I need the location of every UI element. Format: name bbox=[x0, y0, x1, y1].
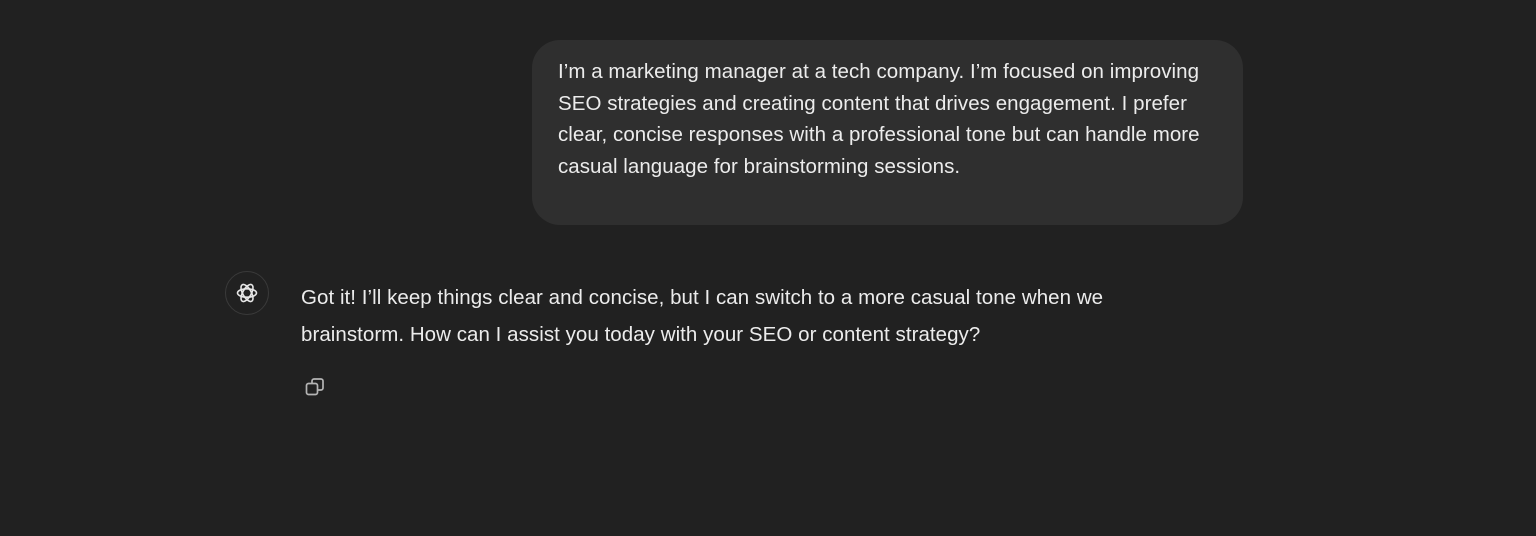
assistant-message-text: Got it! I’ll keep things clear and conci… bbox=[301, 286, 1104, 346]
copy-button[interactable] bbox=[300, 372, 330, 402]
user-message-bubble: I’m a marketing manager at a tech compan… bbox=[532, 40, 1243, 225]
user-message-text: I’m a marketing manager at a tech compan… bbox=[558, 60, 1200, 178]
copy-icon bbox=[305, 378, 324, 396]
chat-thread: I’m a marketing manager at a tech compan… bbox=[0, 0, 1536, 536]
openai-logo-icon bbox=[236, 283, 258, 303]
assistant-avatar bbox=[225, 271, 269, 315]
